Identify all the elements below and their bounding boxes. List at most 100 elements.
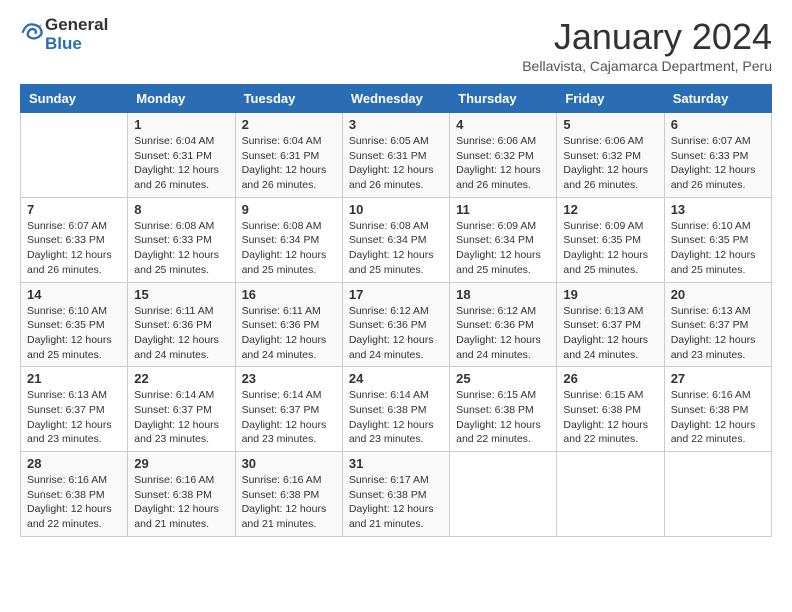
day-detail: Sunrise: 6:15 AMSunset: 6:38 PMDaylight:… xyxy=(563,388,657,447)
day-number: 22 xyxy=(134,371,228,386)
day-detail: Sunrise: 6:08 AMSunset: 6:34 PMDaylight:… xyxy=(349,219,443,278)
calendar-cell: 1 Sunrise: 6:04 AMSunset: 6:31 PMDaylight… xyxy=(128,113,235,198)
calendar-cell: 14Sunrise: 6:10 AMSunset: 6:35 PMDayligh… xyxy=(21,282,128,367)
calendar-cell: 12 Sunrise: 6:09 AMSunset: 6:35 PMDayligh… xyxy=(557,197,664,282)
day-detail: Sunrise: 6:06 AMSunset: 6:32 PMDaylight:… xyxy=(456,134,550,193)
day-number: 23 xyxy=(242,371,336,386)
calendar-cell xyxy=(450,452,557,537)
day-detail: Sunrise: 6:07 AMSunset: 6:33 PMDaylight:… xyxy=(671,134,765,193)
calendar-cell: 24Sunrise: 6:14 AMSunset: 6:38 PMDayligh… xyxy=(342,367,449,452)
day-number: 27 xyxy=(671,371,765,386)
day-number: 29 xyxy=(134,456,228,471)
day-number: 6 xyxy=(671,117,765,132)
calendar-week-row: 1 Sunrise: 6:04 AMSunset: 6:31 PMDaylight… xyxy=(21,113,772,198)
month-title: January 2024 xyxy=(522,16,772,58)
logo-general-text: General xyxy=(45,15,108,34)
day-detail: Sunrise: 6:15 AMSunset: 6:38 PMDaylight:… xyxy=(456,388,550,447)
title-block: January 2024 Bellavista, Cajamarca Depar… xyxy=(522,16,772,74)
day-detail: Sunrise: 6:17 AMSunset: 6:38 PMDaylight:… xyxy=(349,473,443,532)
calendar-week-row: 7 Sunrise: 6:07 AMSunset: 6:33 PMDaylight… xyxy=(21,197,772,282)
calendar-cell xyxy=(664,452,771,537)
day-detail: Sunrise: 6:14 AMSunset: 6:37 PMDaylight:… xyxy=(134,388,228,447)
day-detail: Sunrise: 6:14 AMSunset: 6:37 PMDaylight:… xyxy=(242,388,336,447)
day-of-week-header: Tuesday xyxy=(235,85,342,113)
calendar-week-row: 28 Sunrise: 6:16 AMSunset: 6:38 PMDayligh… xyxy=(21,452,772,537)
day-number: 15 xyxy=(134,287,228,302)
page-header: General Blue January 2024 Bellavista, Ca… xyxy=(20,16,772,74)
day-number: 21 xyxy=(27,371,121,386)
day-number: 4 xyxy=(456,117,550,132)
day-number: 7 xyxy=(27,202,121,217)
day-detail: Sunrise: 6:16 AMSunset: 6:38 PMDaylight:… xyxy=(134,473,228,532)
day-of-week-header: Wednesday xyxy=(342,85,449,113)
day-detail: Sunrise: 6:08 AMSunset: 6:33 PMDaylight:… xyxy=(134,219,228,278)
day-number: 28 xyxy=(27,456,121,471)
day-number: 2 xyxy=(242,117,336,132)
day-number: 1 xyxy=(134,117,228,132)
calendar-cell: 22 Sunrise: 6:14 AMSunset: 6:37 PMDayligh… xyxy=(128,367,235,452)
day-number: 25 xyxy=(456,371,550,386)
calendar-cell: 27Sunrise: 6:16 AMSunset: 6:38 PMDayligh… xyxy=(664,367,771,452)
day-number: 5 xyxy=(563,117,657,132)
calendar-cell: 8 Sunrise: 6:08 AMSunset: 6:33 PMDaylight… xyxy=(128,197,235,282)
calendar-cell: 19Sunrise: 6:13 AMSunset: 6:37 PMDayligh… xyxy=(557,282,664,367)
day-number: 30 xyxy=(242,456,336,471)
calendar-cell: 21 Sunrise: 6:13 AMSunset: 6:37 PMDayligh… xyxy=(21,367,128,452)
calendar-cell: 29 Sunrise: 6:16 AMSunset: 6:38 PMDayligh… xyxy=(128,452,235,537)
day-number: 26 xyxy=(563,371,657,386)
calendar-cell: 28 Sunrise: 6:16 AMSunset: 6:38 PMDayligh… xyxy=(21,452,128,537)
day-detail: Sunrise: 6:07 AMSunset: 6:33 PMDaylight:… xyxy=(27,219,121,278)
calendar-cell: 5Sunrise: 6:06 AMSunset: 6:32 PMDaylight… xyxy=(557,113,664,198)
logo-icon xyxy=(21,21,43,43)
day-detail: Sunrise: 6:12 AMSunset: 6:36 PMDaylight:… xyxy=(349,304,443,363)
day-detail: Sunrise: 6:11 AMSunset: 6:36 PMDaylight:… xyxy=(242,304,336,363)
day-detail: Sunrise: 6:08 AMSunset: 6:34 PMDaylight:… xyxy=(242,219,336,278)
day-number: 8 xyxy=(134,202,228,217)
day-number: 17 xyxy=(349,287,443,302)
day-detail: Sunrise: 6:10 AMSunset: 6:35 PMDaylight:… xyxy=(671,219,765,278)
day-detail: Sunrise: 6:11 AMSunset: 6:36 PMDaylight:… xyxy=(134,304,228,363)
calendar-cell: 2 Sunrise: 6:04 AMSunset: 6:31 PMDaylight… xyxy=(235,113,342,198)
day-detail: Sunrise: 6:04 AMSunset: 6:31 PMDaylight:… xyxy=(242,134,336,193)
calendar-cell xyxy=(557,452,664,537)
calendar-cell: 23 Sunrise: 6:14 AMSunset: 6:37 PMDayligh… xyxy=(235,367,342,452)
day-number: 14 xyxy=(27,287,121,302)
day-detail: Sunrise: 6:13 AMSunset: 6:37 PMDaylight:… xyxy=(563,304,657,363)
calendar-cell: 31 Sunrise: 6:17 AMSunset: 6:38 PMDayligh… xyxy=(342,452,449,537)
subtitle: Bellavista, Cajamarca Department, Peru xyxy=(522,58,772,74)
day-detail: Sunrise: 6:05 AMSunset: 6:31 PMDaylight:… xyxy=(349,134,443,193)
calendar-cell: 18 Sunrise: 6:12 AMSunset: 6:36 PMDayligh… xyxy=(450,282,557,367)
day-number: 18 xyxy=(456,287,550,302)
calendar-cell: 20Sunrise: 6:13 AMSunset: 6:37 PMDayligh… xyxy=(664,282,771,367)
calendar-cell: 25 Sunrise: 6:15 AMSunset: 6:38 PMDayligh… xyxy=(450,367,557,452)
day-number: 10 xyxy=(349,202,443,217)
day-detail: Sunrise: 6:12 AMSunset: 6:36 PMDaylight:… xyxy=(456,304,550,363)
day-detail: Sunrise: 6:16 AMSunset: 6:38 PMDaylight:… xyxy=(242,473,336,532)
day-detail: Sunrise: 6:13 AMSunset: 6:37 PMDaylight:… xyxy=(27,388,121,447)
day-detail: Sunrise: 6:14 AMSunset: 6:38 PMDaylight:… xyxy=(349,388,443,447)
logo-blue-text: Blue xyxy=(45,34,82,53)
calendar-cell: 26 Sunrise: 6:15 AMSunset: 6:38 PMDayligh… xyxy=(557,367,664,452)
day-detail: Sunrise: 6:09 AMSunset: 6:35 PMDaylight:… xyxy=(563,219,657,278)
calendar-cell xyxy=(21,113,128,198)
day-of-week-header: Monday xyxy=(128,85,235,113)
day-number: 13 xyxy=(671,202,765,217)
day-number: 12 xyxy=(563,202,657,217)
calendar-week-row: 14Sunrise: 6:10 AMSunset: 6:35 PMDayligh… xyxy=(21,282,772,367)
calendar-cell: 3Sunrise: 6:05 AMSunset: 6:31 PMDaylight… xyxy=(342,113,449,198)
day-number: 20 xyxy=(671,287,765,302)
calendar-cell: 4 Sunrise: 6:06 AMSunset: 6:32 PMDaylight… xyxy=(450,113,557,198)
day-of-week-header: Thursday xyxy=(450,85,557,113)
calendar-cell: 15 Sunrise: 6:11 AMSunset: 6:36 PMDayligh… xyxy=(128,282,235,367)
calendar-cell: 7 Sunrise: 6:07 AMSunset: 6:33 PMDaylight… xyxy=(21,197,128,282)
day-detail: Sunrise: 6:04 AMSunset: 6:31 PMDaylight:… xyxy=(134,134,228,193)
day-of-week-header: Friday xyxy=(557,85,664,113)
calendar-cell: 10 Sunrise: 6:08 AMSunset: 6:34 PMDayligh… xyxy=(342,197,449,282)
calendar-cell: 9Sunrise: 6:08 AMSunset: 6:34 PMDaylight… xyxy=(235,197,342,282)
day-of-week-header: Sunday xyxy=(21,85,128,113)
calendar-cell: 13 Sunrise: 6:10 AMSunset: 6:35 PMDayligh… xyxy=(664,197,771,282)
day-of-week-header: Saturday xyxy=(664,85,771,113)
day-number: 31 xyxy=(349,456,443,471)
logo: General Blue xyxy=(20,16,108,53)
day-detail: Sunrise: 6:16 AMSunset: 6:38 PMDaylight:… xyxy=(27,473,121,532)
